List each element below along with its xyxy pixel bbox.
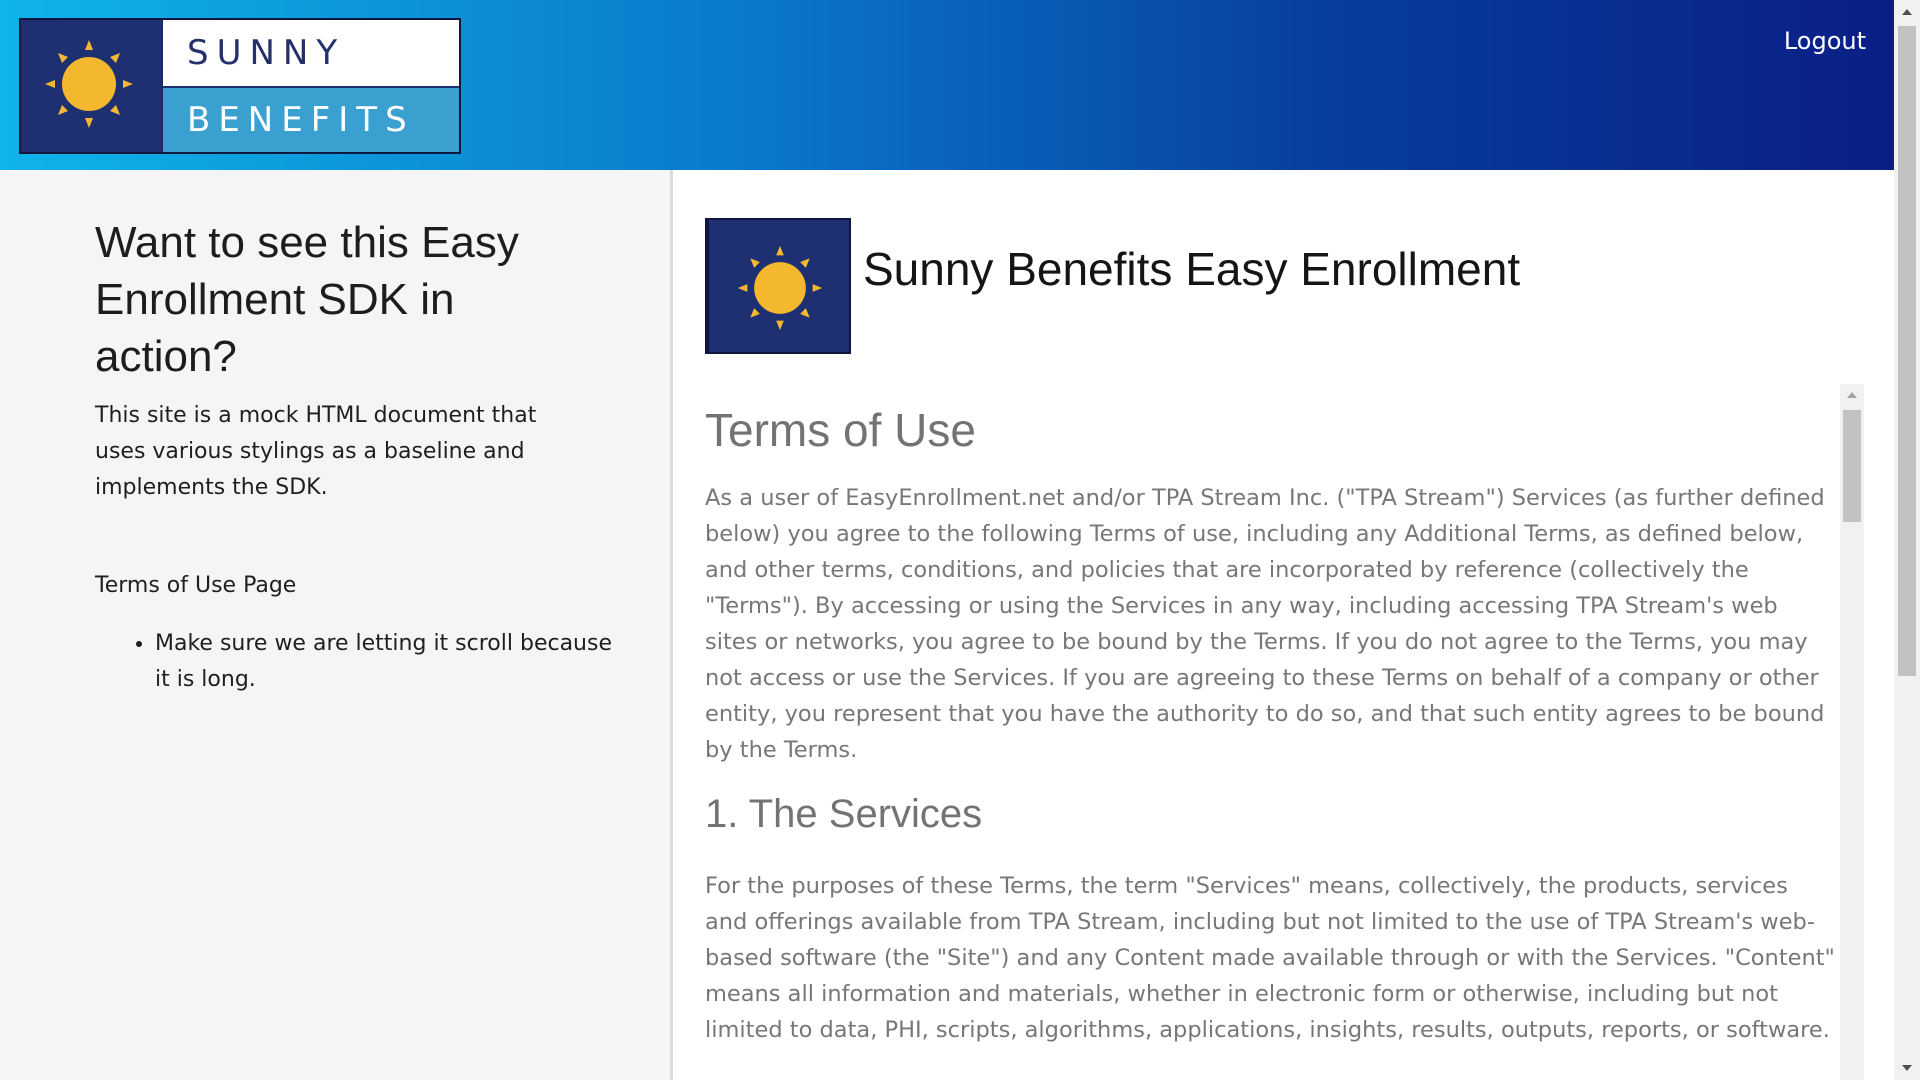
terms-scrollbar[interactable] xyxy=(1840,384,1864,1080)
page-scrollbar[interactable] xyxy=(1894,0,1920,1080)
sidebar-subheading: Terms of Use Page xyxy=(95,573,297,598)
scroll-down-icon[interactable] xyxy=(1902,1065,1912,1071)
sunny-benefits-logo[interactable]: SUNNY BENEFITS xyxy=(19,18,461,154)
terms-intro: As a user of EasyEnrollment.net and/or T… xyxy=(705,485,1825,763)
brand-title: Sunny Benefits Easy Enrollment xyxy=(863,243,1521,295)
enrollment-panel: Sunny Benefits Easy Enrollment Terms of … xyxy=(670,170,1894,1080)
sidebar-bullet-list: Make sure we are letting it scroll becau… xyxy=(95,626,625,698)
terms-scroll-area[interactable]: Terms of Use As a user of EasyEnrollment… xyxy=(705,388,1837,1080)
brand-logo xyxy=(705,218,851,354)
info-sidebar: Want to see this Easy Enrollment SDK in … xyxy=(0,170,670,1080)
logo-word-sunny: SUNNY xyxy=(163,20,459,86)
terms-title: Terms of Use xyxy=(705,404,976,456)
scroll-up-icon[interactable] xyxy=(1902,9,1912,15)
logo-sun-box xyxy=(21,20,161,152)
logout-link[interactable]: Logout xyxy=(1778,26,1872,56)
section-title-services: 1. The Services xyxy=(705,792,983,836)
sidebar-description: This site is a mock HTML document that u… xyxy=(95,403,537,500)
section-body-services: For the purposes of these Terms, the ter… xyxy=(705,873,1835,1043)
page-scrollbar-thumb[interactable] xyxy=(1898,26,1916,676)
list-item: Make sure we are letting it scroll becau… xyxy=(155,626,625,698)
header-bar: SUNNY BENEFITS Logout xyxy=(0,0,1894,170)
sun-icon xyxy=(45,40,133,128)
terms-scrollbar-thumb[interactable] xyxy=(1843,410,1861,522)
logo-word-benefits: BENEFITS xyxy=(163,88,459,152)
sun-icon xyxy=(737,245,823,331)
scroll-up-icon[interactable] xyxy=(1847,392,1857,398)
sidebar-heading: Want to see this Easy Enrollment SDK in … xyxy=(95,218,519,381)
